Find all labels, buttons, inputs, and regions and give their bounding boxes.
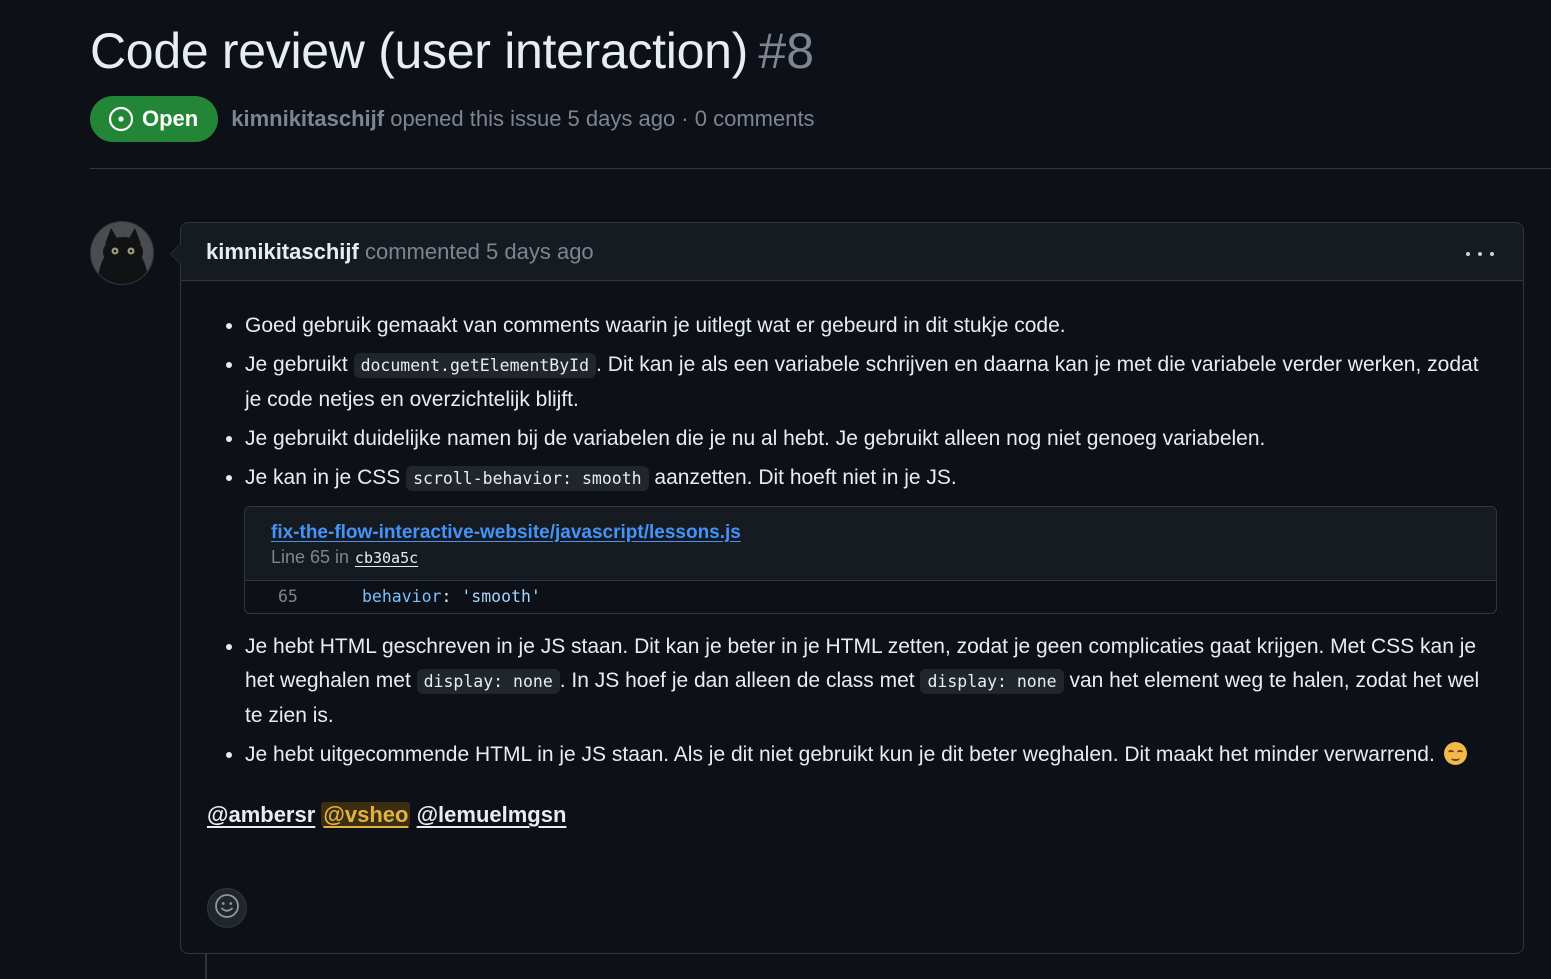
kebab-horizontal-icon[interactable] [1465,243,1495,263]
mention-link[interactable]: @ambersr [207,802,315,827]
list-item: Je kan in je CSS scroll-behavior: smooth… [244,461,1497,614]
comment-arrow-fill [171,244,181,264]
issue-number: #8 [758,23,815,79]
code-string: 'smooth' [461,587,541,606]
permalink-line-label: Line 65 in [271,547,350,567]
mentions: @ambersr @vsheo @lemuelmgsn [207,798,1497,832]
list-item: Goed gebruik gemaakt van comments waarin… [245,309,1497,343]
smiley-icon [214,893,240,924]
permalink-header: fix-the-flow-interactive-website/javascr… [245,507,1496,581]
issue-title: Code review (user interaction) [90,23,748,79]
relieved-face-emoji [1443,742,1467,765]
issue-meta-detail: opened this issue 5 days ago · 0 comment… [390,106,815,131]
inline-code: document.getElementById [353,353,597,378]
comment-card: kimnikitaschijf commented 5 days ago Goe… [170,222,1524,954]
issue-author-link[interactable]: kimnikitaschijf [231,106,384,131]
comment-timestamp[interactable]: commented 5 days ago [365,239,594,264]
line-number: 65 [278,587,298,606]
comment-body: Goed gebruik gemaakt van comments waarin… [207,309,1497,832]
state-label: Open [142,106,199,131]
inline-code: display: none [416,669,560,694]
list-item: Je hebt uitgecommende HTML in je JS staa… [245,738,1497,772]
avatar[interactable] [90,221,154,285]
header-divider [90,168,1551,169]
permalink-file-link[interactable]: fix-the-flow-interactive-website/javascr… [271,522,741,543]
inline-code: scroll-behavior: smooth [406,466,649,491]
timeline-line [205,953,207,979]
review-list: Goed gebruik gemaakt van comments waarin… [207,309,1497,772]
code-line: 65 behavior: 'smooth' [245,581,1496,613]
mention-link-self[interactable]: @vsheo [321,802,411,827]
comment-header: kimnikitaschijf commented 5 days ago [181,223,1523,281]
list-item: Je hebt HTML geschreven in je JS staan. … [245,630,1497,733]
code-punctuation: : [441,587,462,606]
issue-meta: Open kimnikitaschijf opened this issue 5… [90,96,815,142]
comment-author-link[interactable]: kimnikitaschijf [206,239,359,264]
code-permalink: fix-the-flow-interactive-website/javascr… [244,506,1497,614]
inline-code: display: none [920,669,1064,694]
issue-meta-text: kimnikitaschijf opened this issue 5 days… [231,106,814,132]
issue-opened-icon [108,106,134,132]
mention-link[interactable]: @lemuelmgsn [417,802,567,827]
issue-title-row: Code review (user interaction) #8 [90,22,814,80]
code-property: behavior [362,587,442,606]
add-reaction-button[interactable] [207,888,247,928]
list-item: Je gebruikt document.getElementById. Dit… [245,348,1497,417]
state-badge: Open [90,96,219,142]
list-item: Je gebruikt duidelijke namen bij de vari… [245,422,1497,456]
permalink-commit-link[interactable]: cb30a5c [355,549,418,567]
